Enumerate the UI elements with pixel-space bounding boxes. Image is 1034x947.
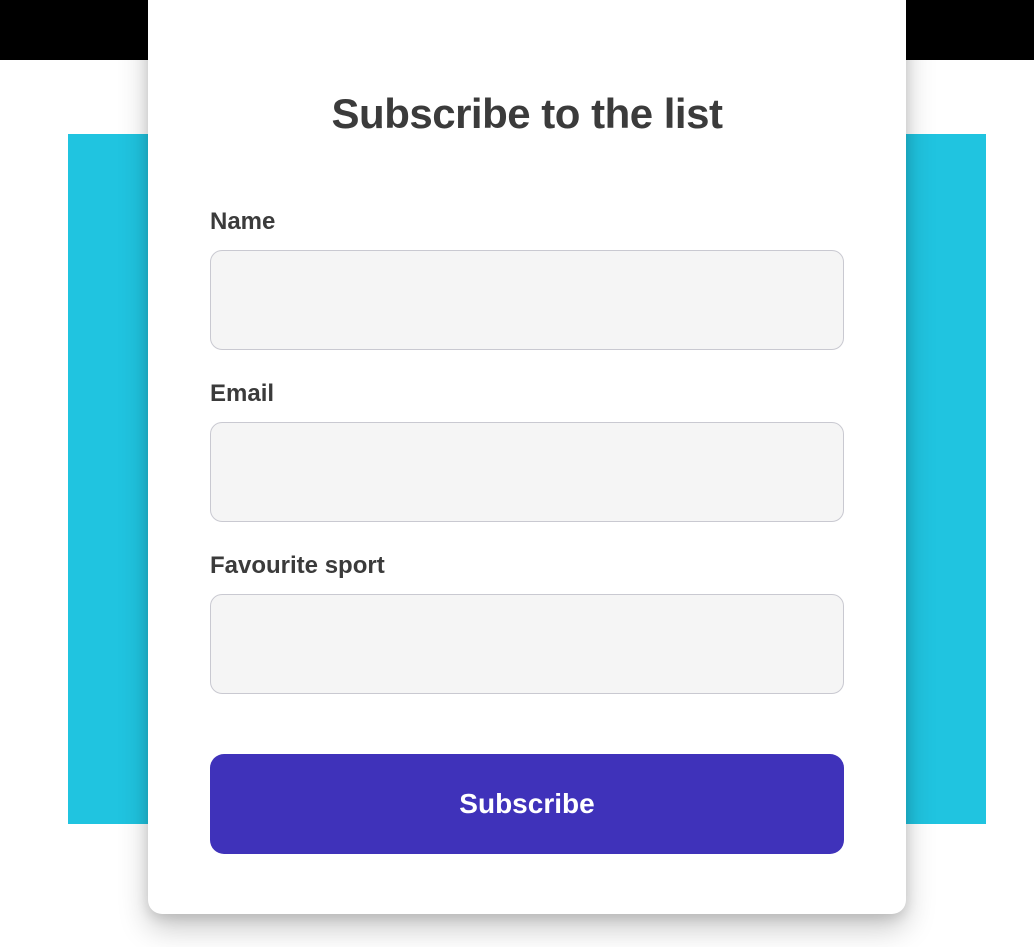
sport-label: Favourite sport	[210, 552, 844, 580]
sport-input[interactable]	[210, 594, 844, 694]
form-title: Subscribe to the list	[210, 90, 844, 138]
email-label: Email	[210, 380, 844, 408]
subscribe-button[interactable]: Subscribe	[210, 754, 844, 854]
name-field-group: Name	[210, 208, 844, 350]
subscribe-card: Subscribe to the list Name Email Favouri…	[148, 0, 906, 914]
email-field-group: Email	[210, 380, 844, 522]
email-input[interactable]	[210, 422, 844, 522]
name-label: Name	[210, 208, 844, 236]
sport-field-group: Favourite sport	[210, 552, 844, 694]
name-input[interactable]	[210, 250, 844, 350]
